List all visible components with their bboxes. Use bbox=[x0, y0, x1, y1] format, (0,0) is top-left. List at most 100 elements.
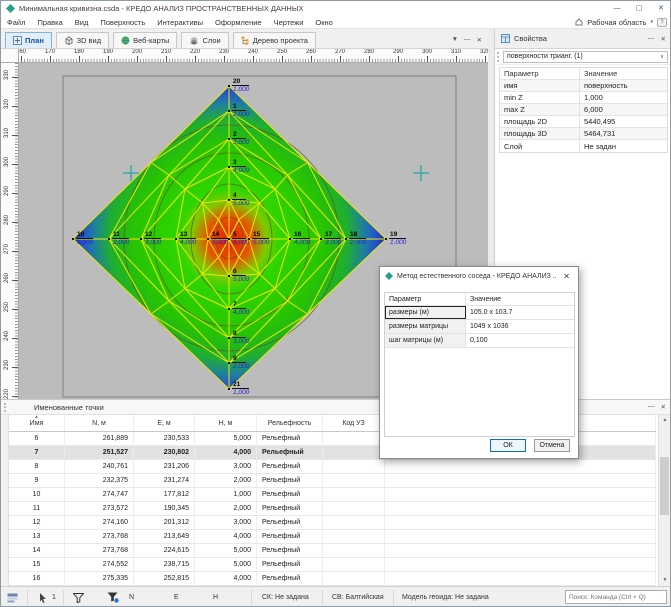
properties-close-icon[interactable]: ✕ bbox=[661, 35, 666, 43]
home-icon[interactable] bbox=[575, 18, 583, 26]
survey-point[interactable] bbox=[385, 238, 387, 240]
column-header-1[interactable]: N, м bbox=[65, 415, 134, 431]
survey-point[interactable] bbox=[228, 362, 230, 364]
survey-point[interactable] bbox=[228, 85, 230, 87]
scrollbar-thumb[interactable] bbox=[660, 457, 669, 515]
close-button[interactable]: ✕ bbox=[650, 2, 671, 16]
survey-point[interactable] bbox=[108, 238, 110, 240]
tab-слои[interactable]: Слои bbox=[181, 32, 228, 48]
workspace-selector[interactable]: Рабочая область bbox=[587, 18, 646, 27]
tab-веб-карты[interactable]: Веб-карты bbox=[113, 32, 177, 48]
menu-item-интерактивы[interactable]: Интерактивы bbox=[151, 18, 209, 27]
tab-close-icon[interactable]: ✕ bbox=[477, 36, 482, 44]
ruler-tick bbox=[12, 338, 18, 339]
column-header-2[interactable]: E, м bbox=[134, 415, 195, 431]
points-close-icon[interactable]: ✕ bbox=[661, 403, 666, 411]
ok-button[interactable]: ОК bbox=[490, 439, 526, 452]
property-row[interactable]: min Z1,000 bbox=[500, 92, 667, 104]
cell-filler bbox=[385, 488, 656, 501]
dialog-row[interactable]: размеры матрицы1049 x 1036 bbox=[385, 320, 574, 334]
menu-item-правка[interactable]: Правка bbox=[31, 18, 68, 27]
point-row-14[interactable]: 14273,768224,6155,000Рельефный bbox=[9, 544, 656, 558]
filter-active-icon[interactable] bbox=[107, 592, 119, 603]
help-icon[interactable]: ? bbox=[657, 18, 667, 27]
point-row-10[interactable]: 10274,747177,8121,000Рельефный bbox=[9, 488, 656, 502]
ruler-label: 320 bbox=[475, 49, 488, 55]
geoid-status[interactable]: Модель геоида: Не задана bbox=[402, 587, 489, 607]
cell-filler bbox=[385, 530, 656, 543]
survey-point[interactable] bbox=[228, 166, 230, 168]
survey-point[interactable] bbox=[175, 238, 177, 240]
properties-minimize-icon[interactable]: — bbox=[648, 35, 655, 43]
scroll-down-icon[interactable]: ▼ bbox=[659, 575, 671, 586]
property-row[interactable]: имяповерхность bbox=[500, 80, 667, 92]
minimize-button[interactable]: — bbox=[606, 2, 628, 16]
survey-point[interactable] bbox=[228, 110, 230, 112]
filter-icon[interactable] bbox=[73, 593, 84, 603]
survey-point[interactable] bbox=[228, 308, 230, 310]
tab-дерево-проекта[interactable]: Дерево проекта bbox=[233, 32, 316, 48]
survey-point[interactable] bbox=[228, 337, 230, 339]
tab-dropdown-icon[interactable]: ▼ bbox=[452, 36, 458, 44]
points-minimize-icon[interactable]: — bbox=[648, 403, 655, 411]
survey-point[interactable] bbox=[228, 275, 230, 277]
dialog-row[interactable]: шаг матрицы (м)0,100 bbox=[385, 334, 574, 348]
column-header-5[interactable]: Код УЗ bbox=[323, 415, 385, 431]
menu-item-окно[interactable]: Окно bbox=[309, 18, 338, 27]
survey-point[interactable] bbox=[228, 138, 230, 140]
point-cell: 7 bbox=[9, 446, 65, 459]
maximize-button[interactable]: ▢ bbox=[628, 2, 650, 16]
natural-neighbor-dialog: Метод естественного соседа - КРЕДО АНАЛИ… bbox=[379, 266, 579, 459]
dialog-close-icon[interactable]: ✕ bbox=[560, 272, 573, 281]
point-row-11[interactable]: 11273,572190,3452,000Рельефный bbox=[9, 502, 656, 516]
command-search-input[interactable] bbox=[565, 590, 667, 604]
survey-point[interactable] bbox=[289, 238, 291, 240]
survey-point[interactable] bbox=[228, 238, 230, 240]
menu-item-файл[interactable]: Файл bbox=[1, 18, 31, 27]
point-row-16[interactable]: 16275,335252,8154,000Рельефный bbox=[9, 572, 656, 586]
column-header-0[interactable]: Имя▲ bbox=[9, 415, 65, 431]
point-cell: 230,802 bbox=[134, 446, 195, 459]
survey-point[interactable] bbox=[345, 238, 347, 240]
object-selector-dropdown[interactable]: поверхности трианг. (1) ∨ bbox=[503, 51, 668, 63]
property-row[interactable]: СлойНе задан bbox=[500, 140, 667, 152]
point-cell: 274,552 bbox=[65, 558, 134, 571]
tab-план[interactable]: План bbox=[5, 32, 52, 48]
ruler-label: 290 bbox=[4, 181, 10, 201]
report-icon[interactable] bbox=[7, 593, 18, 603]
menu-item-оформление[interactable]: Оформление bbox=[209, 18, 268, 27]
survey-point[interactable] bbox=[228, 388, 230, 390]
point-row-12[interactable]: 12274,160201,3123,000Рельефный bbox=[9, 516, 656, 530]
survey-point[interactable] bbox=[140, 238, 142, 240]
scroll-up-icon[interactable]: ▲ bbox=[659, 415, 671, 426]
project-tree-icon bbox=[241, 36, 250, 45]
point-row-15[interactable]: 15274,552238,7155,000Рельефный bbox=[9, 558, 656, 572]
property-row[interactable]: max Z6,000 bbox=[500, 104, 667, 116]
height-system-status[interactable]: СВ: Балтийская bbox=[332, 587, 384, 607]
survey-point[interactable] bbox=[320, 238, 322, 240]
point-row-9[interactable]: 9232,375231,2742,000Рельефный bbox=[9, 474, 656, 488]
menu-item-поверхность[interactable]: Поверхность bbox=[94, 18, 151, 27]
survey-point[interactable] bbox=[207, 238, 209, 240]
ruler-tick bbox=[166, 56, 167, 62]
selection-cursor-icon[interactable] bbox=[39, 593, 48, 603]
property-row[interactable]: площадь 3D5464,731 bbox=[500, 128, 667, 140]
cancel-button[interactable]: Отмена bbox=[534, 439, 570, 452]
property-row[interactable]: площадь 2D5440,495 bbox=[500, 116, 667, 128]
column-header-4[interactable]: Рельефность bbox=[257, 415, 323, 431]
point-row-13[interactable]: 13273,768213,6494,000Рельефный bbox=[9, 530, 656, 544]
tab-3d-вид[interactable]: 3D вид bbox=[56, 32, 109, 48]
point-row-8[interactable]: 8240,761231,2063,000Рельефный bbox=[9, 460, 656, 474]
survey-point[interactable] bbox=[72, 238, 74, 240]
survey-point[interactable] bbox=[228, 199, 230, 201]
cell-filler bbox=[385, 474, 656, 487]
menu-item-вид[interactable]: Вид bbox=[69, 18, 95, 27]
tab-minimize-icon[interactable]: — bbox=[464, 36, 471, 44]
points-scrollbar[interactable]: ▲ ▼ bbox=[658, 415, 670, 586]
dialog-row[interactable]: размеры (м)105.0 x 103.7 bbox=[385, 306, 574, 320]
point-name: 6 bbox=[232, 268, 246, 276]
menu-item-чертежи[interactable]: Чертежи bbox=[268, 18, 310, 27]
column-header-3[interactable]: H, м bbox=[195, 415, 257, 431]
point-elevation: 3,000 bbox=[324, 239, 341, 246]
crs-status[interactable]: СК: Не задана bbox=[262, 587, 309, 607]
